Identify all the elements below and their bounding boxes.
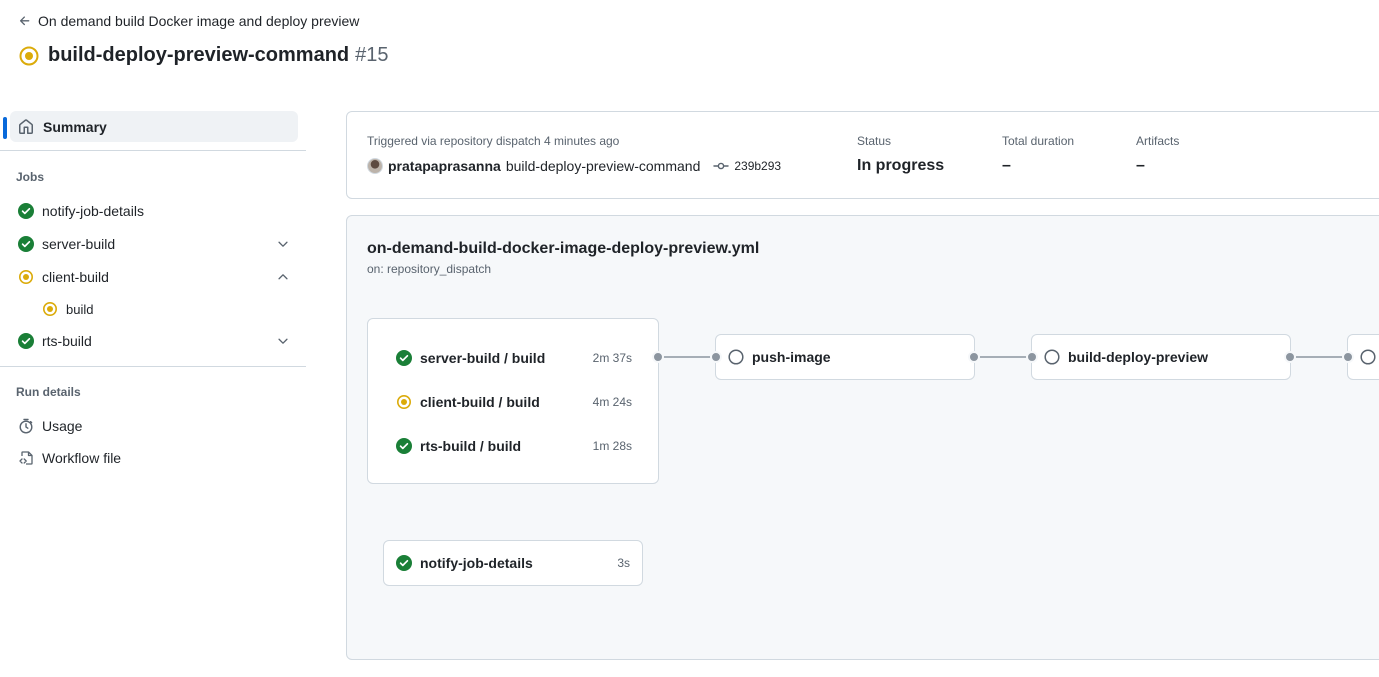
jobs-heading: Jobs bbox=[16, 170, 45, 184]
artifacts-label: Artifacts bbox=[1136, 134, 1180, 148]
git-commit-icon bbox=[713, 162, 730, 170]
commit-link[interactable]: 239b293 bbox=[713, 158, 781, 174]
in-progress-icon bbox=[42, 301, 58, 317]
sidebar-item-label: Workflow file bbox=[42, 450, 122, 466]
check-circle-icon bbox=[18, 203, 34, 219]
home-icon bbox=[18, 118, 34, 135]
arrow-left-icon bbox=[19, 16, 30, 26]
connector-dots bbox=[652, 351, 1354, 363]
run-title: build-deploy-preview-command bbox=[48, 44, 350, 66]
sidebar-job-server-build[interactable]: server-build bbox=[10, 230, 298, 258]
status-value: In progress bbox=[857, 157, 945, 174]
commit-sha: 239b293 bbox=[734, 159, 782, 173]
duration-block: Total duration – bbox=[1002, 134, 1074, 175]
back-link-label: On demand build Docker image and deploy … bbox=[38, 13, 360, 29]
sidebar-job-label: server-build bbox=[42, 236, 116, 252]
sidebar-job-rts-build[interactable]: rts-build bbox=[10, 327, 298, 355]
sidebar-item-label: Usage bbox=[42, 418, 83, 434]
command-name: build-deploy-preview-command bbox=[505, 158, 701, 174]
chevron-down-icon[interactable] bbox=[276, 334, 290, 348]
chevron-up-icon[interactable] bbox=[276, 270, 290, 284]
sidebar-job-label: rts-build bbox=[42, 333, 92, 349]
sidebar-job-client-build[interactable]: client-build bbox=[10, 263, 298, 291]
sidebar-item-summary[interactable]: Summary bbox=[10, 111, 298, 142]
run-details-heading: Run details bbox=[16, 385, 81, 399]
divider bbox=[0, 366, 306, 367]
sidebar-job-notify-job-details[interactable]: notify-job-details bbox=[10, 197, 298, 225]
divider bbox=[0, 150, 306, 151]
sidebar-job-label: notify-job-details bbox=[42, 203, 144, 219]
actor-row: pratapaprasanna build-deploy-preview-com… bbox=[367, 158, 781, 174]
page-title: build-deploy-preview-command #15 bbox=[18, 44, 389, 67]
actor-link[interactable]: pratapaprasanna bbox=[388, 158, 501, 174]
sidebar-subjob-label: build bbox=[66, 301, 94, 317]
artifacts-block: Artifacts – bbox=[1136, 134, 1179, 175]
sidebar-item-label: Summary bbox=[43, 118, 107, 135]
stopwatch-icon bbox=[18, 418, 34, 434]
sidebar-subjob-build[interactable]: build bbox=[34, 296, 298, 322]
check-circle-icon bbox=[18, 333, 34, 349]
trigger-text: Triggered via repository dispatch 4 minu… bbox=[367, 134, 620, 148]
duration-label: Total duration bbox=[1002, 134, 1075, 148]
avatar[interactable] bbox=[367, 158, 383, 174]
status-block: Status In progress bbox=[857, 134, 944, 175]
chevron-down-icon[interactable] bbox=[276, 237, 290, 251]
status-label: Status bbox=[857, 134, 892, 148]
in-progress-icon bbox=[18, 45, 40, 67]
sidebar-item-usage[interactable]: Usage bbox=[10, 412, 298, 440]
run-summary-card: Triggered via repository dispatch 4 minu… bbox=[346, 111, 1379, 199]
duration-value: – bbox=[1002, 157, 1011, 174]
sidebar-job-label: client-build bbox=[42, 269, 109, 285]
back-link[interactable]: On demand build Docker image and deploy … bbox=[18, 13, 359, 29]
active-indicator bbox=[3, 117, 7, 139]
workflow-graph: on-demand-build-docker-image-deploy-prev… bbox=[346, 215, 1379, 660]
run-number: #15 bbox=[355, 44, 389, 66]
file-code-icon bbox=[18, 450, 34, 466]
check-circle-icon bbox=[18, 236, 34, 252]
sidebar-item-workflow-file[interactable]: Workflow file bbox=[10, 444, 298, 472]
artifacts-value: – bbox=[1136, 157, 1145, 174]
in-progress-icon bbox=[18, 269, 34, 285]
